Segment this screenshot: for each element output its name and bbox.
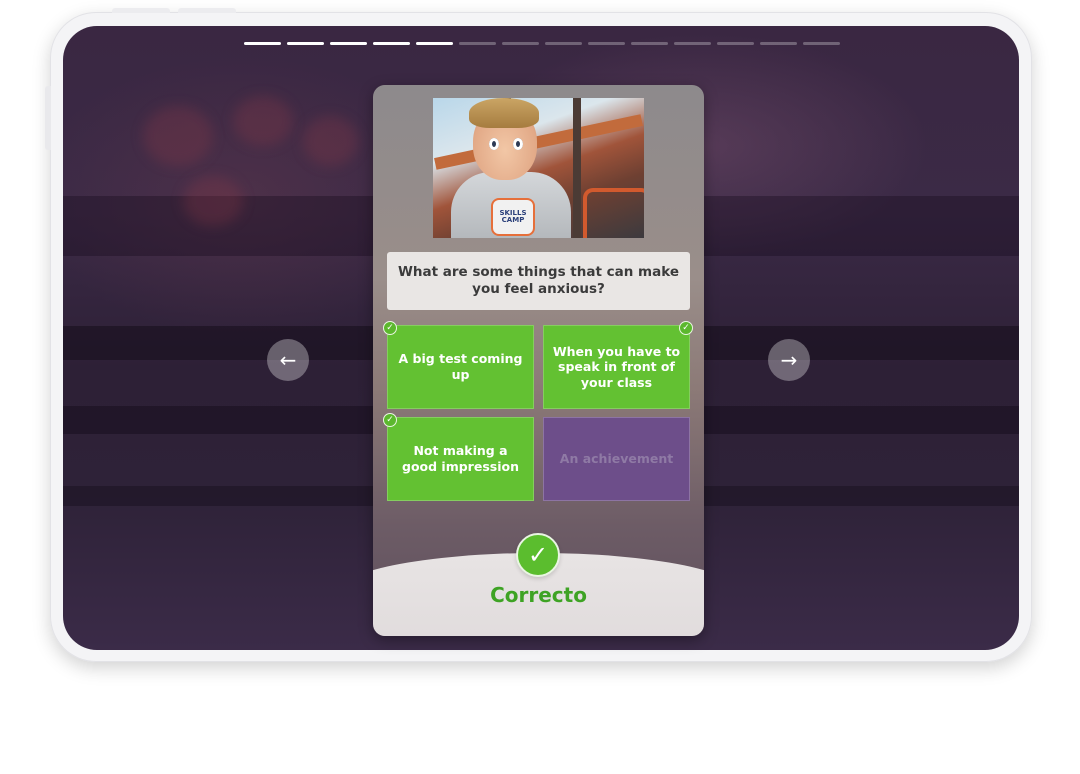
check-icon: ✓ — [516, 533, 560, 577]
answer-option[interactable]: A big test coming up — [387, 325, 534, 409]
answer-option-label: A big test coming up — [398, 351, 523, 382]
progress-segment — [588, 42, 625, 45]
progress-segment — [244, 42, 281, 45]
progress-bar — [244, 42, 840, 45]
background-orb — [303, 116, 358, 166]
check-icon: ✓ — [679, 321, 693, 335]
next-button[interactable]: → — [768, 339, 810, 381]
answer-option[interactable]: Not making a good impression — [387, 417, 534, 501]
progress-segment — [803, 42, 840, 45]
progress-segment — [330, 42, 367, 45]
answer-option-label: An achievement — [559, 451, 674, 467]
check-icon: ✓ — [383, 321, 397, 335]
tablet-top-button — [112, 8, 170, 13]
quiz-card: SKILLS CAMP What are some things that ca… — [373, 85, 704, 636]
progress-segment — [717, 42, 754, 45]
progress-segment — [674, 42, 711, 45]
progress-segment — [760, 42, 797, 45]
check-icon: ✓ — [383, 413, 397, 427]
arrow-right-icon: → — [780, 348, 798, 372]
progress-segment — [373, 42, 410, 45]
progress-segment — [502, 42, 539, 45]
answer-option-label: Not making a good impression — [402, 443, 519, 474]
progress-segment — [631, 42, 668, 45]
background-orb — [183, 176, 243, 226]
answer-option-label: When you have to speak in front of your … — [552, 343, 681, 390]
previous-button[interactable]: ← — [267, 339, 309, 381]
result-label: Correcto — [490, 583, 587, 607]
question-illustration: SKILLS CAMP — [433, 98, 644, 238]
tablet-side-button — [45, 86, 51, 150]
answer-options: A big test coming up When you have to sp… — [383, 321, 693, 501]
progress-segment — [545, 42, 582, 45]
tablet-top-button — [178, 8, 236, 13]
arrow-left-icon: ← — [279, 348, 297, 372]
question-text: What are some things that can make you f… — [387, 252, 690, 310]
background-orb — [233, 96, 293, 146]
background-orb — [143, 106, 213, 166]
progress-segment — [287, 42, 324, 45]
answer-option[interactable]: An achievement — [543, 417, 690, 501]
answer-option[interactable]: When you have to speak in front of your … — [543, 325, 690, 409]
progress-segment — [416, 42, 453, 45]
progress-segment — [459, 42, 496, 45]
shirt-logo: SKILLS CAMP — [491, 198, 535, 236]
